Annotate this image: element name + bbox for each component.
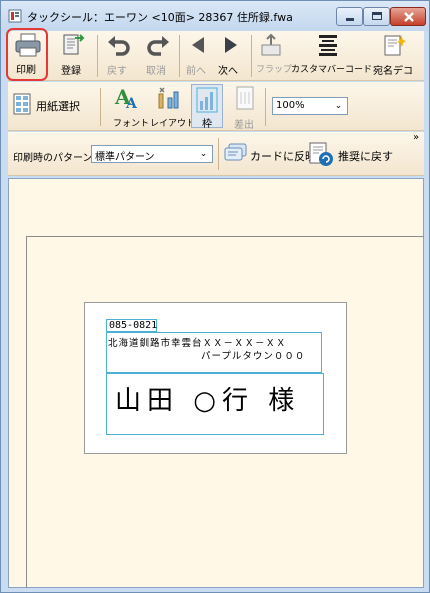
deco-icon [384, 35, 406, 56]
paper-icon [13, 93, 31, 115]
toolbar-separator [100, 88, 101, 126]
cards-icon [224, 143, 247, 161]
font-label: フォント [113, 119, 150, 129]
toolbar-separator [218, 138, 219, 170]
prev-label: 前へ [186, 66, 206, 77]
window-title: タックシール：エーワン <10面> 28367 住所録.fwa [27, 11, 293, 24]
zoom-select[interactable]: 100% ⌄ [272, 97, 348, 115]
triangle-left-icon [192, 37, 204, 53]
register-label: 登録 [61, 66, 81, 77]
apply-to-card-label: カードに反映 [250, 150, 316, 163]
maximize-button[interactable] [363, 7, 390, 26]
addressee-deco-button[interactable]: 宛名デコ [370, 32, 418, 78]
toolbar-separator [265, 88, 266, 126]
print-pattern-label: 印刷時のパターン [13, 153, 93, 164]
flap-icon [261, 33, 281, 56]
cancel-label: 取消 [146, 66, 166, 77]
redo-icon [147, 36, 169, 56]
recipient-name-text: 山田 ○行 様 [115, 386, 301, 416]
cancel-button[interactable]: 取消 [143, 32, 173, 78]
address-line1-text: 北海道釧路市幸雲台ＸＸ－ＸＸ－ＸＸ [108, 338, 287, 349]
app-icon [8, 9, 22, 23]
print-pattern-value: 標準パターン [95, 152, 155, 163]
print-label: 印刷 [16, 65, 36, 76]
minimize-button[interactable] [336, 7, 363, 26]
label-card[interactable]: 085-0821 北海道釧路市幸雲台ＸＸ－ＸＸ－ＸＸ パープルタウン０００ 山田… [84, 302, 347, 454]
paper-select-label: 用紙選択 [36, 100, 80, 113]
svg-text:A: A [125, 96, 138, 110]
next-button[interactable]: 次へ [216, 32, 244, 78]
chevron-down-icon: ⌄ [199, 149, 208, 159]
next-label: 次へ [218, 66, 238, 77]
sender-button[interactable]: 差出 [230, 82, 260, 131]
close-button[interactable] [390, 7, 426, 26]
prev-button[interactable]: 前へ [184, 32, 212, 78]
apply-to-card-button[interactable]: カードに反映 [222, 140, 316, 168]
zoom-value: 100% [276, 100, 305, 111]
paper-select-button[interactable]: 用紙選択 [10, 88, 94, 124]
reset-recommended-button[interactable]: 推奨に戻す [308, 139, 398, 169]
printer-icon [15, 33, 41, 57]
minimize-icon [346, 18, 354, 21]
triangle-right-icon [225, 37, 237, 53]
pattern-toolbar: 印刷時のパターン 標準パターン ⌄ カードに反映 推奨に戻す » [8, 132, 424, 176]
reset-icon [309, 142, 333, 166]
undo-label: 戻す [107, 66, 127, 77]
name-field[interactable]: 山田 ○行 様 [106, 373, 324, 435]
undo-button[interactable]: 戻す [104, 32, 134, 78]
postal-code-field[interactable]: 085-0821 [106, 319, 157, 332]
addressee-deco-label: 宛名デコ [373, 66, 413, 77]
toolbar-overflow-icon[interactable]: » [413, 132, 419, 143]
layout-label: レイアウト [150, 119, 196, 129]
frame-button[interactable]: 枠 [191, 84, 223, 130]
register-icon [63, 34, 85, 55]
format-toolbar: 用紙選択 A A フォント レイアウト 枠 差出 100% ⌄ [8, 82, 424, 131]
title-bar: タックシール：エーワン <10面> 28367 住所録.fwa [1, 1, 429, 31]
chevron-down-icon: ⌄ [334, 101, 343, 111]
sender-icon [236, 86, 254, 110]
undo-icon [108, 36, 130, 56]
print-pattern-select[interactable]: 標準パターン ⌄ [91, 145, 213, 163]
frame-label: 枠 [202, 119, 212, 130]
print-button[interactable]: 印刷 [6, 28, 48, 81]
address-line2-text: パープルタウン０００ [201, 351, 306, 362]
layout-button[interactable]: レイアウト [148, 82, 195, 130]
close-icon [404, 12, 414, 22]
toolbar-separator [97, 35, 98, 77]
sender-label: 差出 [234, 120, 254, 131]
barcode-icon [319, 35, 337, 56]
custom-barcode-button[interactable]: カスタマバーコード [291, 32, 372, 78]
maximize-icon [372, 12, 382, 20]
font-button[interactable]: A A フォント [108, 82, 149, 130]
reset-recommended-label: 推奨に戻す [338, 150, 393, 163]
layout-icon [158, 87, 179, 109]
postal-code-text: 085-0821 [109, 320, 158, 331]
toolbar-separator [179, 35, 180, 77]
main-toolbar: 印刷 登録 戻す 取消 前へ 次へ フラップ カスタマバーコード 宛名デコ [6, 28, 424, 81]
custom-barcode-label: カスタマバーコード [291, 65, 373, 75]
address-field[interactable]: 北海道釧路市幸雲台ＸＸ－ＸＸ－ＸＸ パープルタウン０００ [106, 332, 322, 373]
font-icon: A A [114, 85, 138, 110]
toolbar-separator [251, 35, 252, 77]
flap-label: フラップ [256, 65, 293, 75]
flap-button[interactable]: フラップ [254, 32, 292, 78]
register-button[interactable]: 登録 [56, 32, 90, 78]
frame-icon [196, 87, 218, 113]
